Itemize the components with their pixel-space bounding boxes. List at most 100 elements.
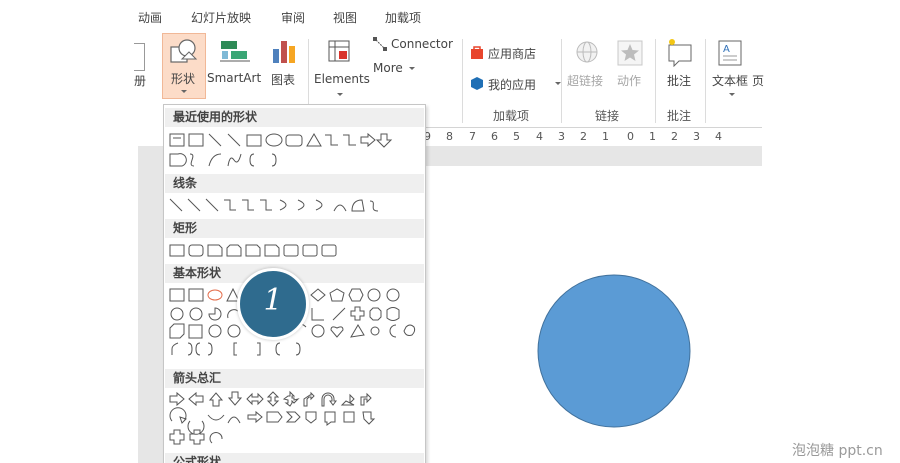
chevron-down-icon — [409, 67, 415, 70]
cutoff-button-label: 册 — [134, 74, 147, 88]
arrow-line-icon — [227, 133, 241, 147]
elements-button[interactable]: Elements — [313, 33, 370, 103]
line-icon — [208, 133, 222, 147]
triangle-icon — [306, 133, 322, 147]
ruler-tick-label: 7 — [469, 130, 476, 143]
rounded-rectangle-icon — [285, 134, 303, 147]
section-header-lines: 线条 — [165, 174, 424, 193]
more-label: More — [373, 61, 403, 75]
vertical-textbox-icon — [188, 133, 204, 147]
ruler-tick-label: 5 — [513, 130, 520, 143]
connector-label: Connector — [391, 37, 453, 51]
hyperlink-label: 超链接 — [567, 74, 604, 88]
ruler-tick-label: 8 — [446, 130, 453, 143]
chevron-down-icon — [181, 90, 187, 93]
chart-icon — [273, 41, 295, 63]
group-divider — [561, 39, 562, 123]
watermark: 泡泡糖 ppt.cn — [792, 443, 883, 459]
tab-addins[interactable]: 加载项 — [385, 9, 421, 26]
right-arrow-icon — [360, 132, 376, 148]
textbox-label: 文本框 — [712, 74, 749, 88]
my-apps-label: 我的应用 — [488, 78, 537, 92]
smartart-icon — [220, 41, 250, 62]
chevron-down-icon — [729, 93, 735, 96]
section-header-equation-shapes: 公式形状 — [165, 453, 424, 463]
circle-shape[interactable] — [536, 273, 692, 429]
smartart-label: SmartArt — [207, 71, 262, 85]
elements-icon — [328, 40, 350, 62]
step-number: 1 — [263, 283, 283, 318]
tab-slideshow[interactable]: 幻灯片放映 — [191, 9, 251, 26]
shapes-icon — [170, 39, 198, 63]
shapes-button[interactable]: 形状 — [162, 33, 206, 99]
elements-label: Elements — [314, 72, 370, 86]
oval-icon — [265, 133, 283, 147]
star-icon — [617, 40, 643, 66]
new-comment-icon — [668, 39, 692, 67]
ruler-tick-label: 0 — [627, 130, 634, 143]
tab-view[interactable]: 视图 — [333, 9, 357, 26]
section-header-recent: 最近使用的形状 — [165, 108, 424, 127]
addins-group-name: 加载项 — [493, 109, 530, 123]
ruler-tick-label: 1 — [602, 130, 609, 143]
tab-animations[interactable]: 动画 — [138, 9, 162, 26]
my-apps-icon — [471, 77, 483, 90]
connector-icon — [373, 37, 387, 51]
ruler-tick-label: 3 — [693, 130, 700, 143]
store-label: 应用商店 — [488, 47, 537, 61]
powerpoint-window: 动画 幻灯片放映 审阅 视图 加载项 册 形状 SmartArt 图表 Elem… — [0, 0, 900, 463]
ruler-tick-label: 2 — [671, 130, 678, 143]
action-button[interactable]: 动作 — [614, 33, 646, 89]
ruler-tick-label: 3 — [558, 130, 565, 143]
cutoff-button-icon — [134, 43, 145, 71]
chart-label: 图表 — [271, 73, 296, 87]
my-apps-button[interactable]: 我的应用 — [470, 76, 561, 92]
lines-gallery[interactable] — [168, 197, 418, 217]
group-divider — [655, 39, 656, 123]
links-group-name: 链接 — [595, 109, 620, 123]
ruler-tick-label: 2 — [580, 130, 587, 143]
left-brace-icon — [249, 153, 255, 167]
textbox-button[interactable]: A 文本框 页 — [712, 33, 765, 103]
recent-shapes-gallery[interactable] — [168, 132, 418, 172]
smartart-button[interactable]: SmartArt — [206, 33, 262, 97]
ruler-tick-label: 4 — [536, 130, 543, 143]
ruler-tick-label: 6 — [491, 130, 498, 143]
textbox-icon — [169, 133, 185, 147]
action-label: 动作 — [617, 74, 642, 88]
rectangles-gallery[interactable] — [168, 242, 418, 262]
section-header-rectangles: 矩形 — [165, 219, 424, 238]
elbow-arrow-connector-icon — [343, 134, 356, 146]
curve-icon — [227, 153, 242, 167]
textbox-icon: A — [718, 40, 742, 66]
store-button[interactable]: 应用商店 — [470, 45, 560, 61]
block-arrows-gallery[interactable] — [168, 390, 418, 451]
comment-button[interactable]: 批注 — [662, 33, 698, 89]
chart-button[interactable]: 图表 — [266, 33, 302, 97]
comment-label: 批注 — [667, 74, 692, 88]
chevron-down-icon — [337, 93, 343, 96]
freeform-scribble-icon — [189, 153, 195, 167]
arc-icon — [208, 153, 222, 167]
tab-review[interactable]: 审阅 — [281, 9, 305, 26]
more-button[interactable]: More — [373, 61, 423, 77]
comments-group-name: 批注 — [667, 109, 692, 123]
slide-canvas[interactable] — [425, 166, 762, 463]
ruler-tick-label: 4 — [715, 130, 722, 143]
right-brace-icon — [271, 153, 277, 167]
flowchart-delay-icon — [169, 153, 187, 167]
textbox-trailing: 页 — [752, 74, 765, 88]
ruler-tick-label: 1 — [649, 130, 656, 143]
connector-button[interactable]: Connector — [373, 37, 453, 53]
svg-text:A: A — [723, 44, 730, 55]
hyperlink-button[interactable]: 超链接 — [567, 33, 607, 89]
down-arrow-icon — [375, 133, 393, 148]
group-divider — [462, 39, 463, 123]
rectangle-icon — [246, 134, 262, 147]
store-icon — [471, 46, 483, 59]
group-divider — [705, 39, 706, 123]
section-header-block-arrows: 箭头总汇 — [165, 369, 424, 388]
horizontal-ruler: 98765432101234 — [424, 127, 762, 147]
step-callout-badge: 1 — [237, 268, 309, 340]
hyperlink-icon — [576, 41, 598, 63]
